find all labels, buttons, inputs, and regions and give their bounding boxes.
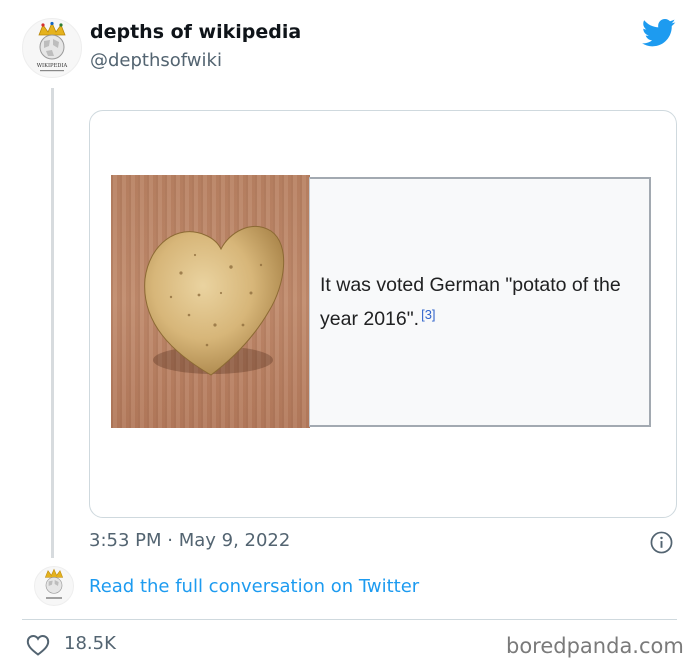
read-full-conversation-link[interactable]: Read the full conversation on Twitter [89,576,419,597]
citation-link[interactable]: [3] [421,307,435,322]
wikipedia-globe-crown-icon: WIKIPEDIA [37,21,68,72]
info-icon[interactable] [650,531,673,554]
thread-connector-line [51,88,54,558]
tweet-embed: WIKIPEDIA depths of wikipedia @depthsofw… [0,0,700,671]
reply-avatar[interactable] [34,566,74,606]
author-name[interactable]: depths of wikipedia [90,21,301,43]
divider [22,619,677,620]
wikipedia-globe-crown-icon [44,568,64,599]
wikipedia-caption-box: It was voted German "potato of the year … [309,177,651,427]
like-count[interactable]: 18.5K [64,633,116,654]
heart-icon[interactable] [26,634,50,656]
caption-text: It was voted German "potato of the year … [320,274,621,330]
heart-shaped-potato-icon [144,226,285,376]
tweet-timestamp[interactable]: 3:53 PM · May 9, 2022 [89,530,290,551]
avatar-wordmark: WIKIPEDIA [37,63,68,69]
wikipedia-caption: It was voted German "potato of the year … [320,270,640,334]
author-handle[interactable]: @depthsofwiki [90,50,222,71]
author-avatar[interactable]: WIKIPEDIA [22,18,82,78]
boredpanda-watermark: boredpanda.com [506,634,684,658]
potato-photo[interactable] [111,175,310,428]
twitter-bird-icon[interactable] [642,18,676,48]
